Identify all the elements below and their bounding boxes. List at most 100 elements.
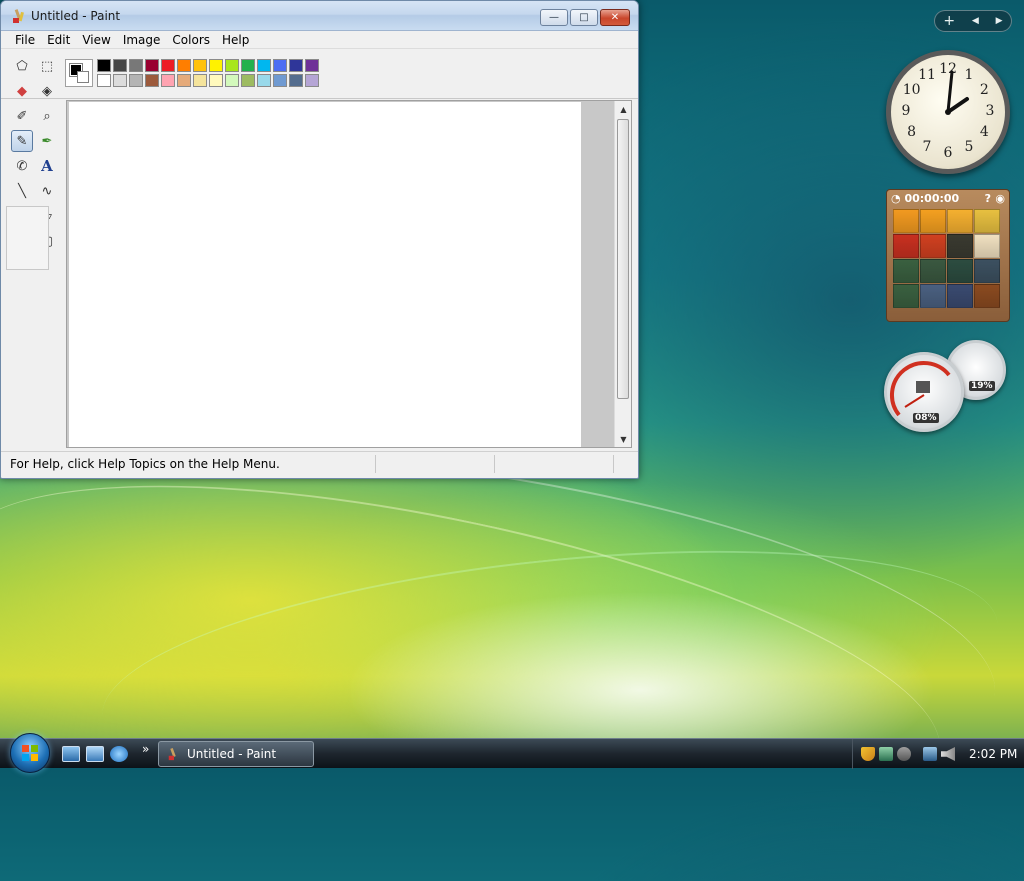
color-swatch[interactable] [161, 59, 175, 72]
color-picker-icon: ✐ [16, 108, 28, 124]
magnifier-tool[interactable]: ⌕ [36, 105, 58, 127]
puzzle-tile[interactable] [920, 234, 946, 258]
text-tool[interactable]: A [36, 155, 58, 177]
menu-view[interactable]: View [76, 33, 116, 47]
color-swatch[interactable] [113, 59, 127, 72]
free-form-select-tool[interactable]: ⬠ [11, 55, 33, 77]
puzzle-tile[interactable] [893, 259, 919, 283]
color-swatch[interactable] [225, 59, 239, 72]
color-swatch[interactable] [193, 74, 207, 87]
color-swatch[interactable] [289, 74, 303, 87]
color-swatch[interactable] [177, 74, 191, 87]
puzzle-tile[interactable] [920, 284, 946, 308]
switch-windows-icon[interactable] [86, 746, 104, 762]
color-swatch[interactable] [209, 59, 223, 72]
color-swatch[interactable] [129, 59, 143, 72]
color-swatch[interactable] [241, 74, 255, 87]
puzzle-tile[interactable] [893, 209, 919, 233]
color-swatch[interactable] [225, 74, 239, 87]
internet-explorer-icon[interactable] [110, 746, 128, 762]
start-button[interactable] [10, 733, 50, 773]
show-desktop-icon[interactable] [62, 746, 80, 762]
help-icon[interactable]: ? [985, 192, 991, 205]
color-swatch[interactable] [257, 74, 271, 87]
drawing-canvas[interactable] [69, 102, 581, 447]
select-tool[interactable]: ⬚ [36, 55, 58, 77]
color-swatch[interactable] [257, 59, 271, 72]
maximize-button[interactable]: □ [570, 9, 598, 26]
minimize-button[interactable]: — [540, 9, 568, 26]
add-gadget-button[interactable]: + [943, 13, 955, 29]
taskbar-clock[interactable]: 2:02 PM [969, 747, 1017, 761]
current-colors[interactable] [65, 59, 93, 87]
puzzle-tile[interactable] [947, 259, 973, 283]
color-swatch[interactable] [161, 74, 175, 87]
puzzle-tile[interactable] [920, 259, 946, 283]
background-color[interactable] [77, 71, 89, 83]
vertical-scrollbar[interactable]: ▲ ▼ [614, 101, 631, 447]
picture-icon[interactable]: ◉ [995, 192, 1005, 205]
menu-help[interactable]: Help [216, 33, 255, 47]
color-swatch[interactable] [273, 74, 287, 87]
color-swatch[interactable] [145, 59, 159, 72]
title-bar[interactable]: Untitled - Paint — □ ✕ [1, 1, 638, 31]
color-swatch[interactable] [145, 74, 159, 87]
close-button[interactable]: ✕ [600, 9, 630, 26]
free-form-select-icon: ⬠ [16, 58, 28, 74]
color-picker-tool[interactable]: ✐ [11, 105, 33, 127]
puzzle-tile[interactable] [947, 209, 973, 233]
volume-muted-icon[interactable] [941, 747, 955, 761]
cpu-meter-gadget[interactable]: 19% 08% [884, 340, 1008, 432]
puzzle-tile[interactable] [974, 284, 1000, 308]
tool-options-box[interactable] [6, 206, 49, 270]
puzzle-tile[interactable] [920, 209, 946, 233]
color-swatch[interactable] [209, 74, 223, 87]
menu-edit[interactable]: Edit [41, 33, 76, 47]
task-button-paint[interactable]: Untitled - Paint [158, 741, 314, 767]
quick-launch-chevron[interactable]: » [142, 742, 149, 756]
curve-tool[interactable]: ∿ [36, 180, 58, 202]
menu-file[interactable]: File [9, 33, 41, 47]
puzzle-tile[interactable] [947, 284, 973, 308]
color-swatch[interactable] [305, 59, 319, 72]
color-swatch[interactable] [273, 59, 287, 72]
next-gadget-button[interactable]: ▶ [996, 16, 1003, 26]
pencil-tool[interactable]: ✎ [11, 130, 33, 152]
color-swatch[interactable] [305, 74, 319, 87]
puzzle-tile[interactable] [893, 284, 919, 308]
scroll-down-arrow[interactable]: ▼ [615, 431, 632, 447]
security-shield-icon[interactable] [861, 747, 875, 761]
color-swatch[interactable] [113, 74, 127, 87]
scroll-thumb[interactable] [617, 119, 629, 399]
puzzle-tile[interactable] [974, 259, 1000, 283]
connection-icon[interactable] [897, 747, 911, 761]
color-swatch[interactable] [97, 74, 111, 87]
color-swatch[interactable] [241, 59, 255, 72]
menu-image[interactable]: Image [117, 33, 167, 47]
puzzle-tile[interactable] [974, 234, 1000, 258]
puzzle-tile[interactable] [974, 209, 1000, 233]
brush-tool[interactable]: ✒ [36, 130, 58, 152]
gadget-controls: + ◀ ▶ [934, 10, 1012, 32]
color-swatch[interactable] [97, 59, 111, 72]
picture-puzzle-gadget[interactable]: ◔ 00:00:00 ? ◉ [886, 189, 1010, 322]
eraser-tool[interactable]: ◆ [11, 80, 33, 102]
puzzle-tile[interactable] [893, 234, 919, 258]
paint-window[interactable]: Untitled - Paint — □ ✕ File Edit View Im… [0, 0, 639, 479]
color-swatch[interactable] [289, 59, 303, 72]
color-swatch[interactable] [193, 59, 207, 72]
line-tool[interactable]: ╲ [11, 180, 33, 202]
airbrush-tool[interactable]: ✆ [11, 155, 33, 177]
color-swatch[interactable] [129, 74, 143, 87]
taskbar: » Untitled - Paint 2:02 PM [0, 733, 1024, 773]
display-icon[interactable] [923, 747, 937, 761]
scroll-up-arrow[interactable]: ▲ [615, 101, 632, 117]
fill-tool[interactable]: ◈ [36, 80, 58, 102]
network-icon[interactable] [879, 747, 893, 761]
previous-gadget-button[interactable]: ◀ [972, 16, 979, 26]
color-swatch[interactable] [177, 59, 191, 72]
clock-gadget[interactable]: 12 1 2 3 4 5 6 7 8 9 10 11 [886, 50, 1010, 174]
puzzle-tile[interactable] [947, 234, 973, 258]
cpu-gauge: 08% [884, 352, 964, 432]
menu-colors[interactable]: Colors [166, 33, 216, 47]
